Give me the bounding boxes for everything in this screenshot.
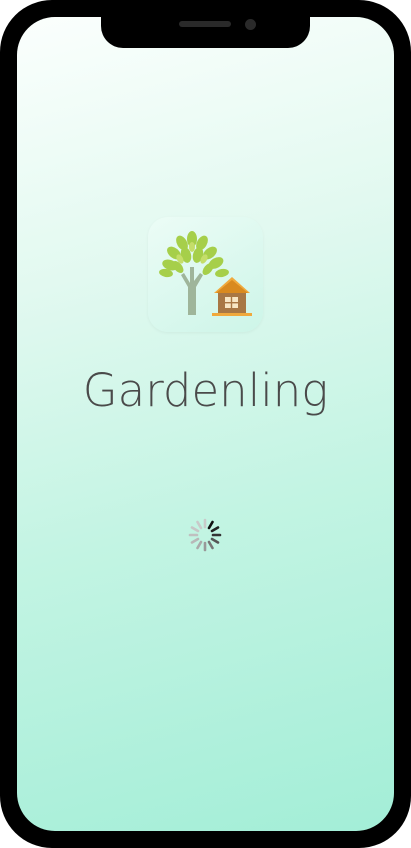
app-logo — [148, 217, 263, 332]
screen — [17, 17, 394, 831]
spinner-icon — [188, 518, 222, 552]
speaker — [179, 21, 231, 27]
tree-and-house-icon — [159, 231, 252, 316]
app-title: Gardenling — [82, 364, 329, 417]
phone-frame: Gardenling — [0, 0, 411, 848]
front-camera — [245, 19, 256, 30]
